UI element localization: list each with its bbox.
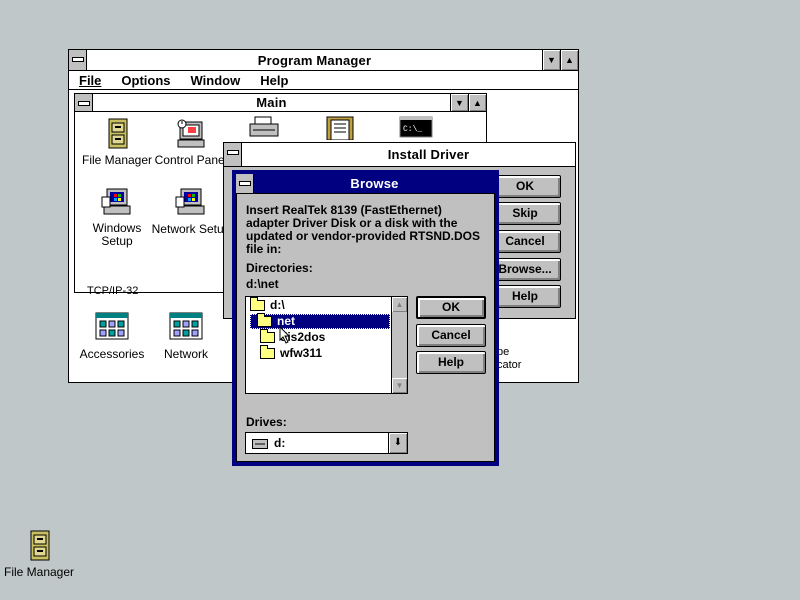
network-setup-item[interactable]: Network Setup — [149, 187, 233, 236]
install-driver-title: Install Driver — [387, 147, 470, 162]
menu-options[interactable]: Options — [111, 73, 180, 88]
network-setup-label: Network Setup — [151, 222, 231, 236]
accessories-group[interactable]: Accessories — [70, 312, 154, 361]
ms-dos-prompt-icon[interactable]: C:\_ — [399, 116, 433, 141]
browse-message: Insert RealTek 8139 (FastEthernet) adapt… — [246, 203, 481, 256]
menu-file[interactable]: File — [69, 73, 111, 88]
network-label: Network — [163, 347, 208, 361]
system-menu-icon[interactable] — [69, 50, 87, 70]
printer-icon[interactable] — [247, 116, 281, 143]
maximize-icon[interactable]: ▲ — [468, 94, 486, 111]
mouse-cursor-icon — [279, 325, 291, 347]
install-driver-help-button[interactable]: Help — [489, 285, 561, 308]
maximize-icon[interactable]: ▲ — [560, 50, 578, 70]
control-panel-label: Control Panel — [154, 153, 228, 167]
tree-item-label: d:\ — [270, 298, 285, 312]
system-menu-icon[interactable] — [224, 143, 242, 166]
open-folder-icon — [257, 313, 272, 327]
current-path: d:\net — [246, 277, 279, 291]
menu-help[interactable]: Help — [250, 73, 298, 88]
system-menu-icon[interactable] — [75, 94, 93, 111]
file-cabinet-icon — [22, 530, 56, 562]
system-menu-icon[interactable] — [236, 174, 254, 193]
scroll-down-icon[interactable]: ▼ — [392, 378, 407, 393]
file-manager-label: File Manager — [81, 153, 153, 167]
install-driver-skip-button[interactable]: Skip — [489, 202, 561, 225]
install-driver-browse-button[interactable]: Browse... — [489, 258, 561, 281]
tree-item-drive-root[interactable]: d:\ — [250, 297, 285, 313]
tree-item-wfw311[interactable]: wfw311 — [260, 345, 323, 361]
drive-value: d: — [274, 436, 286, 450]
program-group-icon — [169, 312, 203, 344]
browse-cancel-button[interactable]: Cancel — [416, 324, 486, 347]
program-manager-menubar: File Options Window Help — [69, 71, 578, 90]
desktop-file-manager[interactable]: File Manager — [0, 530, 81, 579]
minimize-icon[interactable]: ▼ — [450, 94, 468, 111]
partial-group-label: pe cator — [497, 346, 522, 371]
network-group[interactable]: Network — [144, 312, 228, 361]
install-driver-titlebar[interactable]: Install Driver — [224, 143, 575, 167]
tree-item-label: wfw311 — [280, 346, 323, 360]
file-cabinet-icon — [100, 118, 134, 150]
main-titlebar[interactable]: Main ▼ ▲ — [75, 94, 486, 112]
clipboard-icon[interactable] — [323, 114, 357, 143]
windows-setup-item[interactable]: Windows Setup — [75, 187, 159, 248]
main-title: Main — [256, 95, 287, 110]
drives-dropdown[interactable]: d: ⬇ — [245, 432, 408, 454]
windows-setup-icon — [100, 187, 134, 219]
install-driver-ok-button[interactable]: OK — [489, 175, 561, 198]
directories-label: Directories: — [246, 261, 313, 275]
open-folder-icon — [250, 297, 265, 311]
tcpip-partial-label: TCP/IP-32 — [87, 286, 139, 294]
tree-item-net[interactable]: net — [250, 313, 390, 329]
file-manager-item[interactable]: File Manager — [75, 118, 159, 167]
drives-label: Drives: — [246, 415, 287, 429]
dropdown-arrow-icon[interactable]: ⬇ — [388, 433, 407, 453]
scroll-up-icon[interactable]: ▲ — [392, 297, 407, 312]
install-driver-cancel-button[interactable]: Cancel — [489, 230, 561, 253]
folder-icon — [260, 329, 275, 343]
control-panel-item[interactable]: Control Panel — [149, 118, 233, 167]
program-manager-title: Program Manager — [257, 52, 372, 68]
browse-titlebar[interactable]: Browse — [236, 174, 495, 194]
menu-window[interactable]: Window — [181, 73, 251, 88]
browse-title: Browse — [350, 176, 399, 191]
desktop-file-manager-label: File Manager — [3, 565, 75, 579]
minimize-icon[interactable]: ▼ — [542, 50, 560, 70]
svg-text:C:\_: C:\_ — [403, 125, 422, 134]
directory-scrollbar[interactable]: ▲ ▼ — [391, 297, 407, 393]
directory-tree[interactable]: d:\ net dis2dos wfw311 ▲ ▼ — [245, 296, 408, 394]
accessories-label: Accessories — [79, 347, 145, 361]
browse-help-button[interactable]: Help — [416, 351, 486, 374]
browse-dialog: Browse Insert RealTek 8139 (FastEthernet… — [232, 170, 499, 466]
folder-icon — [260, 345, 275, 359]
drive-icon — [252, 438, 268, 452]
control-panel-icon — [174, 118, 208, 150]
windows-setup-label: Windows Setup — [92, 221, 142, 248]
tree-item-dis2dos[interactable]: dis2dos — [260, 329, 325, 345]
program-manager-titlebar[interactable]: Program Manager ▼ ▲ — [69, 50, 578, 71]
browse-ok-button[interactable]: OK — [416, 296, 486, 319]
program-group-icon — [95, 312, 129, 344]
network-setup-icon — [174, 187, 208, 219]
